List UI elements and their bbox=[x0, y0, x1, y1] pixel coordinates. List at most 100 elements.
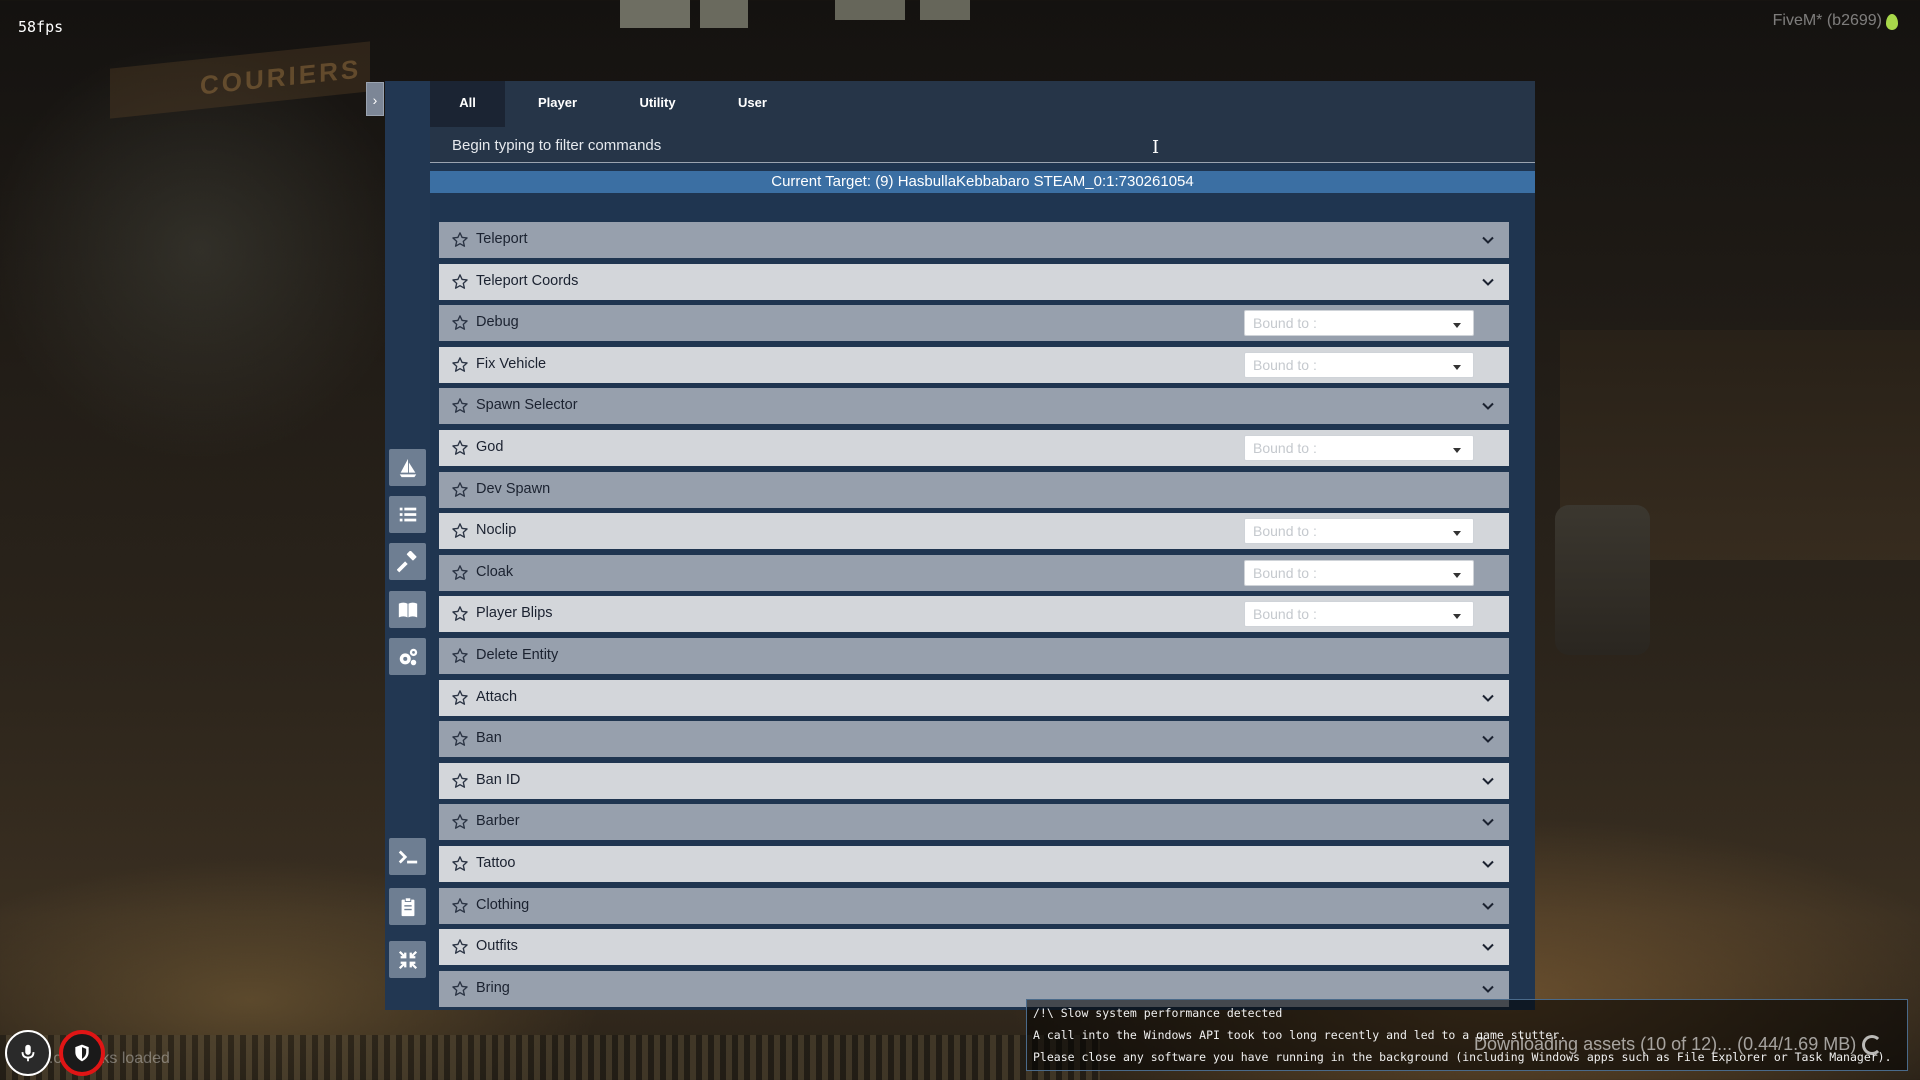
command-row[interactable]: Debug Bound to : bbox=[439, 305, 1509, 342]
chevron-down-icon[interactable] bbox=[1481, 275, 1495, 289]
favorite-star-icon[interactable] bbox=[451, 356, 469, 374]
chevron-down-icon[interactable] bbox=[1481, 732, 1495, 746]
keybind-select[interactable]: Bound to : bbox=[1244, 518, 1474, 545]
command-label: Attach bbox=[476, 688, 518, 705]
keybind-select[interactable]: Bound to : bbox=[1244, 559, 1474, 586]
favorite-star-icon[interactable] bbox=[451, 689, 469, 707]
compress-icon[interactable] bbox=[389, 941, 426, 978]
download-status: Downloading assets (10 of 12)... (0.44/1… bbox=[1474, 1034, 1857, 1054]
favorite-star-icon[interactable] bbox=[451, 397, 469, 415]
menu-collapse-toggle[interactable]: › bbox=[366, 82, 384, 116]
chevron-down-icon[interactable] bbox=[1481, 815, 1495, 829]
command-label: Bring bbox=[476, 979, 510, 996]
hammer-icon[interactable] bbox=[389, 543, 426, 580]
chevron-down-icon[interactable] bbox=[1481, 857, 1495, 871]
gears-icon[interactable] bbox=[389, 638, 426, 675]
command-label: Debug bbox=[476, 314, 519, 331]
window-light bbox=[620, 0, 690, 28]
favorite-star-icon[interactable] bbox=[451, 938, 469, 956]
chevron-down-icon[interactable] bbox=[1481, 691, 1495, 705]
chevron-down-icon[interactable] bbox=[1481, 399, 1495, 413]
fivem-logo-icon bbox=[1886, 14, 1898, 30]
favorite-star-icon[interactable] bbox=[451, 522, 469, 540]
chevron-down-icon[interactable] bbox=[1481, 940, 1495, 954]
favorite-star-icon[interactable] bbox=[451, 772, 469, 790]
favorite-star-icon[interactable] bbox=[451, 314, 469, 332]
current-target-banner: Current Target: (9) HasbullaKebbabaro ST… bbox=[430, 171, 1535, 193]
keybind-placeholder: Bound to : bbox=[1253, 564, 1317, 581]
command-row[interactable]: Ban ID bbox=[439, 762, 1509, 799]
favorite-star-icon[interactable] bbox=[451, 273, 469, 291]
chevron-down-icon[interactable] bbox=[1481, 774, 1495, 788]
command-label: Noclip bbox=[476, 522, 517, 539]
command-label: God bbox=[476, 438, 504, 455]
command-row[interactable]: Ban bbox=[439, 721, 1509, 758]
favorite-star-icon[interactable] bbox=[451, 481, 469, 499]
command-row[interactable]: Noclip Bound to : bbox=[439, 513, 1509, 550]
microphone-icon bbox=[5, 1030, 51, 1076]
command-label: Tattoo bbox=[476, 854, 516, 871]
chevron-down-icon[interactable] bbox=[1481, 899, 1495, 913]
keybind-select[interactable]: Bound to : bbox=[1244, 310, 1474, 337]
caret-down-icon bbox=[1453, 572, 1461, 578]
keybind-placeholder: Bound to : bbox=[1253, 439, 1317, 456]
favorite-star-icon[interactable] bbox=[451, 980, 469, 998]
favorite-star-icon[interactable] bbox=[451, 231, 469, 249]
command-row[interactable]: Teleport Coords bbox=[439, 263, 1509, 300]
tab-user[interactable]: User bbox=[705, 81, 800, 127]
filter-input[interactable] bbox=[452, 133, 1352, 157]
command-label: Dev Spawn bbox=[476, 480, 551, 497]
loading-spinner-icon bbox=[1862, 1035, 1882, 1055]
admin-menu-panel: All Player Utility User I Current Target… bbox=[430, 81, 1535, 1010]
command-row[interactable]: God Bound to : bbox=[439, 429, 1509, 466]
chevron-down-icon[interactable] bbox=[1481, 233, 1495, 247]
favorite-star-icon[interactable] bbox=[451, 647, 469, 665]
command-row[interactable]: Dev Spawn bbox=[439, 471, 1509, 508]
command-row[interactable]: Fix Vehicle Bound to : bbox=[439, 346, 1509, 383]
list-icon[interactable] bbox=[389, 496, 426, 533]
command-row[interactable]: Attach bbox=[439, 679, 1509, 716]
keybind-placeholder: Bound to : bbox=[1253, 315, 1317, 332]
command-row[interactable]: Player Blips Bound to : bbox=[439, 596, 1509, 633]
favorite-star-icon[interactable] bbox=[451, 813, 469, 831]
command-row[interactable]: Clothing bbox=[439, 887, 1509, 924]
command-list: Teleport Teleport Coords Debug Bound to : Fi… bbox=[439, 222, 1509, 1012]
favorite-star-icon[interactable] bbox=[451, 564, 469, 582]
keybind-placeholder: Bound to : bbox=[1253, 356, 1317, 373]
favorite-star-icon[interactable] bbox=[451, 730, 469, 748]
tab-player[interactable]: Player bbox=[505, 81, 610, 127]
favorite-star-icon[interactable] bbox=[451, 439, 469, 457]
tab-utility[interactable]: Utility bbox=[610, 81, 705, 127]
command-label: Barber bbox=[476, 813, 520, 830]
keybind-placeholder: Bound to : bbox=[1253, 523, 1317, 540]
caret-down-icon bbox=[1453, 614, 1461, 620]
favorite-star-icon[interactable] bbox=[451, 855, 469, 873]
command-label: Fix Vehicle bbox=[476, 355, 547, 372]
command-row[interactable]: Barber bbox=[439, 804, 1509, 841]
warning-line: /!\ Slow system performance detected bbox=[1033, 1006, 1283, 1020]
command-row[interactable]: Teleport bbox=[439, 222, 1509, 258]
command-row[interactable]: Delete Entity bbox=[439, 637, 1509, 674]
ship-icon[interactable] bbox=[389, 449, 426, 486]
command-label: Clothing bbox=[476, 896, 530, 913]
chevron-down-icon[interactable] bbox=[1481, 982, 1495, 996]
trash-bin bbox=[1555, 505, 1650, 655]
caret-down-icon bbox=[1453, 323, 1461, 329]
window-light bbox=[700, 0, 748, 28]
favorite-star-icon[interactable] bbox=[451, 897, 469, 915]
command-row[interactable]: Spawn Selector bbox=[439, 388, 1509, 425]
book-icon[interactable] bbox=[389, 591, 426, 628]
caret-down-icon bbox=[1453, 531, 1461, 537]
favorite-star-icon[interactable] bbox=[451, 605, 469, 623]
terminal-icon[interactable] bbox=[389, 838, 426, 875]
command-row[interactable]: Tattoo bbox=[439, 845, 1509, 882]
tab-all[interactable]: All bbox=[430, 81, 505, 127]
caret-down-icon bbox=[1453, 364, 1461, 370]
keybind-select[interactable]: Bound to : bbox=[1244, 601, 1474, 628]
caret-down-icon bbox=[1453, 447, 1461, 453]
keybind-select[interactable]: Bound to : bbox=[1244, 434, 1474, 461]
command-row[interactable]: Outfits bbox=[439, 929, 1509, 966]
clipboard-icon[interactable] bbox=[389, 888, 426, 925]
keybind-select[interactable]: Bound to : bbox=[1244, 351, 1474, 378]
command-row[interactable]: Cloak Bound to : bbox=[439, 554, 1509, 591]
